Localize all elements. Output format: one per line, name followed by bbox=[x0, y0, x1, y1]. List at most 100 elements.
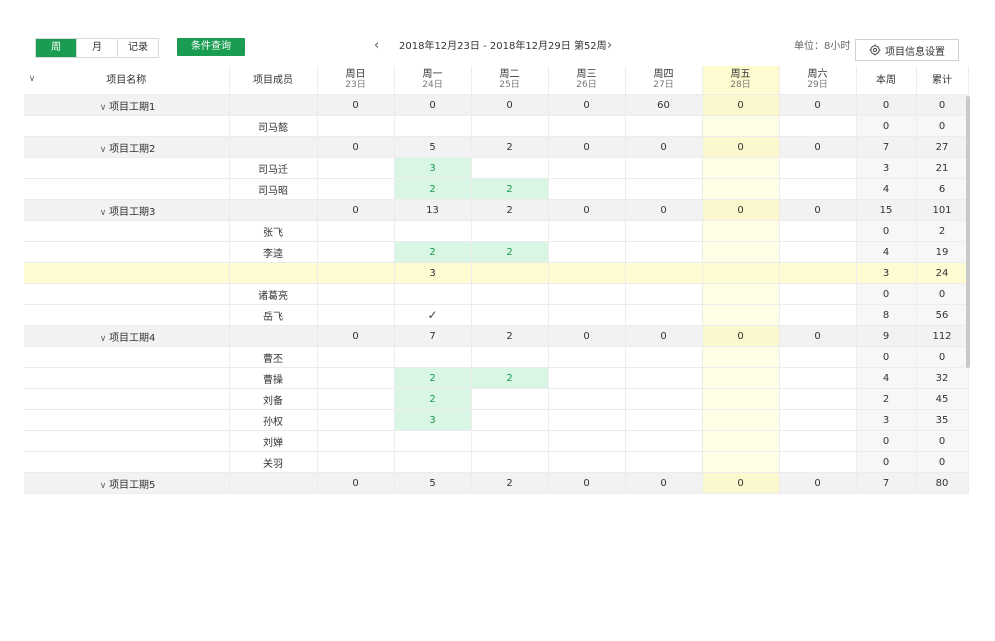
day-cell-3[interactable] bbox=[548, 241, 626, 263]
member-row[interactable]: 司马懿 0 0 bbox=[24, 115, 969, 137]
day-cell-4[interactable] bbox=[625, 220, 703, 242]
day-cell-2[interactable]: 2 bbox=[471, 241, 549, 263]
day-cell-5[interactable] bbox=[702, 262, 780, 284]
day-cell-5[interactable] bbox=[702, 346, 780, 368]
day-cell-4[interactable] bbox=[625, 304, 703, 326]
project-group-row[interactable]: ∨ 项目工期1 0 0 0 0 60 0 0 0 0 bbox=[24, 94, 969, 116]
chevron-down-icon[interactable]: ∨ bbox=[97, 334, 109, 344]
day-cell-5[interactable] bbox=[702, 115, 780, 137]
chevron-down-icon[interactable]: ∨ bbox=[97, 103, 109, 113]
prev-week-icon[interactable]: ‹ bbox=[374, 36, 379, 56]
member-row[interactable]: 曹操 2 2 4 32 bbox=[24, 367, 969, 389]
day-cell-1[interactable] bbox=[394, 346, 472, 368]
day-cell-0[interactable] bbox=[317, 178, 395, 200]
chevron-down-icon[interactable]: ∨ bbox=[97, 208, 109, 218]
day-cell-1[interactable]: 2 bbox=[394, 241, 472, 263]
project-name-cell[interactable]: ∨ 项目工期4 bbox=[24, 325, 230, 347]
day-cell-3[interactable] bbox=[548, 409, 626, 431]
header-project-name[interactable]: ∨ 项目名称 bbox=[24, 66, 230, 95]
day-cell-0[interactable] bbox=[317, 262, 395, 284]
next-week-icon[interactable]: › bbox=[607, 36, 612, 56]
day-cell-6[interactable] bbox=[779, 115, 857, 137]
project-name-cell[interactable]: ∨ 项目工期1 bbox=[24, 94, 230, 116]
project-group-row[interactable]: ∨ 项目工期4 0 7 2 0 0 0 0 9 112 bbox=[24, 325, 969, 347]
day-cell-4[interactable] bbox=[625, 388, 703, 410]
chevron-down-icon[interactable]: ∨ bbox=[97, 481, 109, 491]
tab-week[interactable]: 周 bbox=[36, 39, 77, 57]
day-cell-1[interactable]: ✓ bbox=[394, 304, 472, 326]
day-cell-2[interactable] bbox=[471, 304, 549, 326]
day-cell-4[interactable] bbox=[625, 409, 703, 431]
day-cell-1[interactable]: 2 bbox=[394, 178, 472, 200]
day-cell-4[interactable] bbox=[625, 241, 703, 263]
day-cell-3[interactable] bbox=[548, 178, 626, 200]
day-cell-2[interactable] bbox=[471, 262, 549, 284]
day-cell-1[interactable] bbox=[394, 451, 472, 473]
project-name-cell[interactable]: ∨ 项目工期5 bbox=[24, 472, 230, 494]
vertical-scrollbar[interactable] bbox=[966, 96, 970, 368]
day-cell-0[interactable] bbox=[317, 430, 395, 452]
day-cell-3[interactable] bbox=[548, 115, 626, 137]
day-cell-4[interactable] bbox=[625, 262, 703, 284]
day-cell-2[interactable] bbox=[471, 388, 549, 410]
member-row[interactable]: 李逵 2 2 4 19 bbox=[24, 241, 969, 263]
day-cell-4[interactable] bbox=[625, 115, 703, 137]
day-cell-5[interactable] bbox=[702, 451, 780, 473]
day-cell-6[interactable] bbox=[779, 388, 857, 410]
member-row[interactable]: 孙权 3 3 35 bbox=[24, 409, 969, 431]
day-cell-0[interactable] bbox=[317, 409, 395, 431]
member-row[interactable]: 刘婵 0 0 bbox=[24, 430, 969, 452]
day-cell-6[interactable] bbox=[779, 262, 857, 284]
day-cell-3[interactable] bbox=[548, 367, 626, 389]
day-cell-4[interactable] bbox=[625, 430, 703, 452]
day-cell-6[interactable] bbox=[779, 430, 857, 452]
day-cell-2[interactable]: 2 bbox=[471, 367, 549, 389]
day-cell-3[interactable] bbox=[548, 220, 626, 242]
day-cell-0[interactable] bbox=[317, 367, 395, 389]
day-cell-4[interactable] bbox=[625, 451, 703, 473]
day-cell-5[interactable] bbox=[702, 178, 780, 200]
day-cell-1[interactable]: 3 bbox=[394, 409, 472, 431]
project-name-cell[interactable]: ∨ 项目工期3 bbox=[24, 199, 230, 221]
day-cell-1[interactable]: 2 bbox=[394, 388, 472, 410]
day-cell-5[interactable] bbox=[702, 430, 780, 452]
day-cell-1[interactable]: 2 bbox=[394, 367, 472, 389]
day-cell-2[interactable] bbox=[471, 157, 549, 179]
project-settings-button[interactable]: 项目信息设置 bbox=[855, 39, 959, 61]
day-cell-3[interactable] bbox=[548, 430, 626, 452]
day-cell-3[interactable] bbox=[548, 262, 626, 284]
tab-month[interactable]: 月 bbox=[77, 39, 118, 57]
day-cell-4[interactable] bbox=[625, 178, 703, 200]
chevron-down-icon[interactable]: ∨ bbox=[97, 145, 109, 155]
day-cell-2[interactable] bbox=[471, 220, 549, 242]
day-cell-0[interactable] bbox=[317, 346, 395, 368]
day-cell-1[interactable] bbox=[394, 220, 472, 242]
day-cell-0[interactable] bbox=[317, 241, 395, 263]
project-group-row[interactable]: ∨ 项目工期5 0 5 2 0 0 0 0 7 80 bbox=[24, 472, 969, 494]
day-cell-5[interactable] bbox=[702, 157, 780, 179]
day-cell-0[interactable] bbox=[317, 388, 395, 410]
day-cell-3[interactable] bbox=[548, 346, 626, 368]
day-cell-2[interactable] bbox=[471, 430, 549, 452]
day-cell-5[interactable] bbox=[702, 409, 780, 431]
day-cell-1[interactable] bbox=[394, 430, 472, 452]
member-row[interactable]: 张飞 0 2 bbox=[24, 220, 969, 242]
member-row[interactable]: 刘备 2 2 45 bbox=[24, 388, 969, 410]
highlight-row[interactable]: 3 3 24 bbox=[24, 262, 969, 284]
day-cell-6[interactable] bbox=[779, 283, 857, 305]
day-cell-0[interactable] bbox=[317, 115, 395, 137]
day-cell-3[interactable] bbox=[548, 388, 626, 410]
day-cell-6[interactable] bbox=[779, 367, 857, 389]
day-cell-0[interactable] bbox=[317, 283, 395, 305]
day-cell-6[interactable] bbox=[779, 409, 857, 431]
member-row[interactable]: 曹丕 0 0 bbox=[24, 346, 969, 368]
day-cell-4[interactable] bbox=[625, 283, 703, 305]
project-name-cell[interactable]: ∨ 项目工期2 bbox=[24, 136, 230, 158]
day-cell-1[interactable]: 3 bbox=[394, 157, 472, 179]
day-cell-5[interactable] bbox=[702, 304, 780, 326]
member-row[interactable]: 诸葛亮 0 0 bbox=[24, 283, 969, 305]
day-cell-2[interactable] bbox=[471, 451, 549, 473]
day-cell-6[interactable] bbox=[779, 241, 857, 263]
member-row[interactable]: 岳飞 ✓ 8 56 bbox=[24, 304, 969, 326]
tab-records[interactable]: 记录 bbox=[118, 39, 158, 57]
